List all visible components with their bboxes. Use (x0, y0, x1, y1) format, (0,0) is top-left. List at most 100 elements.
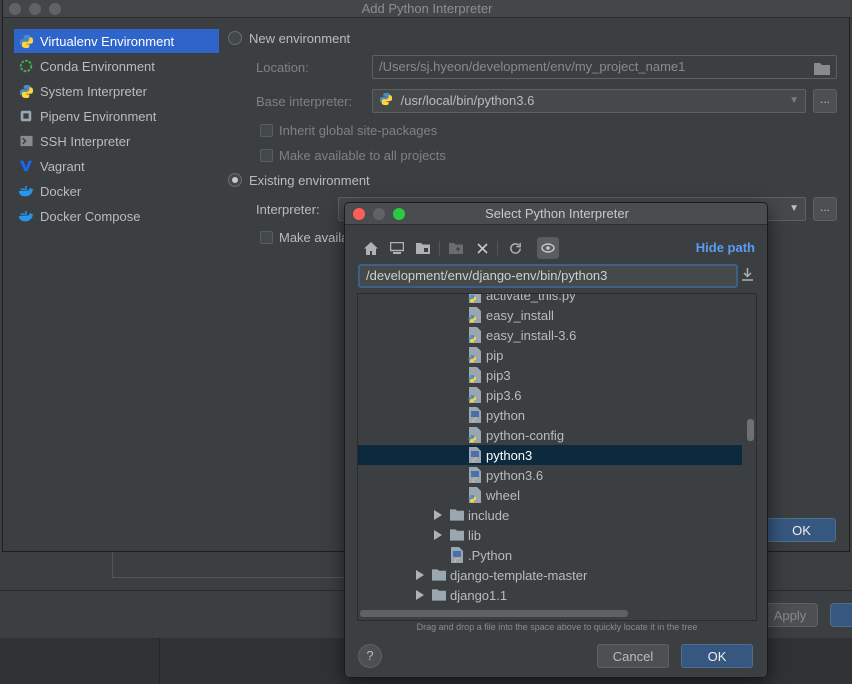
tree-item-label: .Python (468, 547, 513, 563)
expand-arrow-icon[interactable] (414, 585, 426, 605)
tree-vertical-scrollbar[interactable] (747, 419, 754, 441)
help-button[interactable]: ? (358, 644, 382, 668)
python-icon (18, 83, 34, 99)
tree-folder-row[interactable]: include (358, 505, 742, 525)
project-folder-icon[interactable] (414, 239, 432, 257)
sidebar-item-label: Docker Compose (40, 208, 141, 224)
python-executable-icon (468, 407, 482, 423)
folder-icon (450, 507, 464, 523)
new-environment-radio[interactable] (228, 31, 242, 45)
refresh-icon[interactable] (506, 239, 524, 257)
docker-compose-icon (18, 208, 34, 224)
interpreter-label: Interpreter: (256, 202, 320, 217)
tree-folder-row[interactable]: lib (358, 525, 742, 545)
hide-path-link[interactable]: Hide path (696, 240, 755, 255)
home-icon[interactable] (362, 239, 380, 257)
tree-file-row[interactable]: python3 (358, 445, 742, 465)
tree-file-row[interactable]: easy_install-3.6 (358, 325, 742, 345)
delete-icon[interactable] (473, 239, 491, 257)
download-icon[interactable] (741, 267, 754, 284)
toolbar-separator (497, 241, 498, 256)
zoom-window-button[interactable] (49, 3, 61, 15)
sidebar-item-conda[interactable]: Conda Environment (14, 54, 219, 78)
expand-arrow-icon[interactable] (414, 565, 426, 585)
tree-item-label: python3 (486, 447, 533, 463)
tree-horizontal-scrollbar[interactable] (360, 610, 628, 617)
sidebar-item-ssh[interactable]: SSH Interpreter (14, 129, 219, 153)
dialog-title: Add Python Interpreter (361, 1, 493, 16)
sidebar-item-pipenv[interactable]: Pipenv Environment (14, 104, 219, 128)
tree-folder-row[interactable]: django-template-master (358, 565, 742, 585)
new-folder-icon[interactable] (447, 239, 465, 257)
folder-icon (450, 527, 464, 543)
tree-file-row[interactable]: .Python (358, 545, 742, 565)
dialog-titlebar: Add Python Interpreter (3, 0, 851, 18)
tree-file-row[interactable]: pip (358, 345, 742, 365)
base-interpreter-select[interactable]: /usr/local/bin/python3.6 ▼ (372, 89, 806, 113)
tree-item-label: pip3.6 (486, 387, 522, 403)
expand-arrow-icon[interactable] (432, 505, 444, 525)
chevron-down-icon: ▼ (789, 95, 799, 106)
pipenv-icon (18, 108, 34, 124)
file-tree[interactable]: activate_this.py easy_install easy_install… (357, 293, 757, 621)
background-tool-strip (0, 638, 160, 684)
location-value: /Users/sj.hyeon/development/env/my_proje… (379, 59, 686, 74)
python-file-icon (468, 487, 482, 503)
background-apply-button[interactable]: Apply (762, 603, 818, 627)
python-file-icon (468, 347, 482, 363)
tree-item-label: django-template-master (450, 567, 588, 583)
base-interpreter-label: Base interpreter: (256, 94, 353, 109)
python-file-icon (468, 387, 482, 403)
sidebar-item-docker[interactable]: Docker (14, 179, 219, 203)
sidebar-item-label: System Interpreter (40, 83, 147, 99)
tree-file-row[interactable]: python3.6 (358, 465, 742, 485)
minimize-window-button[interactable] (29, 3, 41, 15)
tree-file-row[interactable]: python (358, 405, 742, 425)
python-file-icon (468, 367, 482, 383)
location-field[interactable]: /Users/sj.hyeon/development/env/my_proje… (372, 55, 837, 79)
main-ok-button[interactable]: OK (767, 518, 836, 542)
tree-file-row[interactable]: pip3.6 (358, 385, 742, 405)
sidebar-item-docker-compose[interactable]: Docker Compose (14, 204, 219, 228)
tree-file-row[interactable]: pip3 (358, 365, 742, 385)
existing-environment-radio[interactable] (228, 173, 242, 187)
sidebar-item-label: SSH Interpreter (40, 133, 131, 149)
desktop-icon[interactable] (388, 239, 406, 257)
make-available-checkbox-new[interactable] (260, 149, 273, 162)
tree-file-row[interactable]: wheel (358, 485, 742, 505)
folder-icon (432, 587, 446, 603)
select-ok-button[interactable]: OK (681, 644, 753, 668)
sidebar-item-system-interpreter[interactable]: System Interpreter (14, 79, 219, 103)
tree-item-label: django1.1 (450, 587, 508, 603)
base-interpreter-value: /usr/local/bin/python3.6 (400, 93, 535, 108)
expand-arrow-icon[interactable] (432, 525, 444, 545)
tree-item-label: activate_this.py (486, 293, 576, 303)
base-interpreter-browse-button[interactable]: ... (813, 89, 837, 113)
sidebar-item-label: Pipenv Environment (40, 108, 157, 124)
sidebar-item-vagrant[interactable]: Vagrant (14, 154, 219, 178)
cancel-button[interactable]: Cancel (597, 644, 669, 668)
inherit-packages-checkbox[interactable] (260, 124, 273, 137)
tree-folder-row[interactable]: django1.1 (358, 585, 742, 605)
tree-file-row[interactable]: python-config (358, 425, 742, 445)
conda-icon (18, 58, 34, 74)
existing-environment-label: Existing environment (249, 173, 370, 188)
show-hidden-files-icon[interactable] (537, 237, 559, 259)
make-available-checkbox[interactable] (260, 231, 273, 244)
sidebar-item-label: Conda Environment (40, 58, 155, 74)
interpreter-browse-button[interactable]: ... (813, 197, 837, 221)
folder-icon[interactable] (814, 60, 830, 78)
select-interpreter-dialog: Select Python Interpreter Hide path /dev… (344, 202, 768, 678)
path-input[interactable]: /development/env/django-env/bin/python3 (358, 264, 738, 288)
sidebar-item-virtualenv[interactable]: Virtualenv Environment (14, 29, 219, 53)
tree-file-row[interactable]: activate_this.py (358, 293, 742, 305)
tree-file-row[interactable]: easy_install (358, 305, 742, 325)
close-window-button[interactable] (9, 3, 21, 15)
background-ok-button[interactable] (830, 603, 852, 627)
